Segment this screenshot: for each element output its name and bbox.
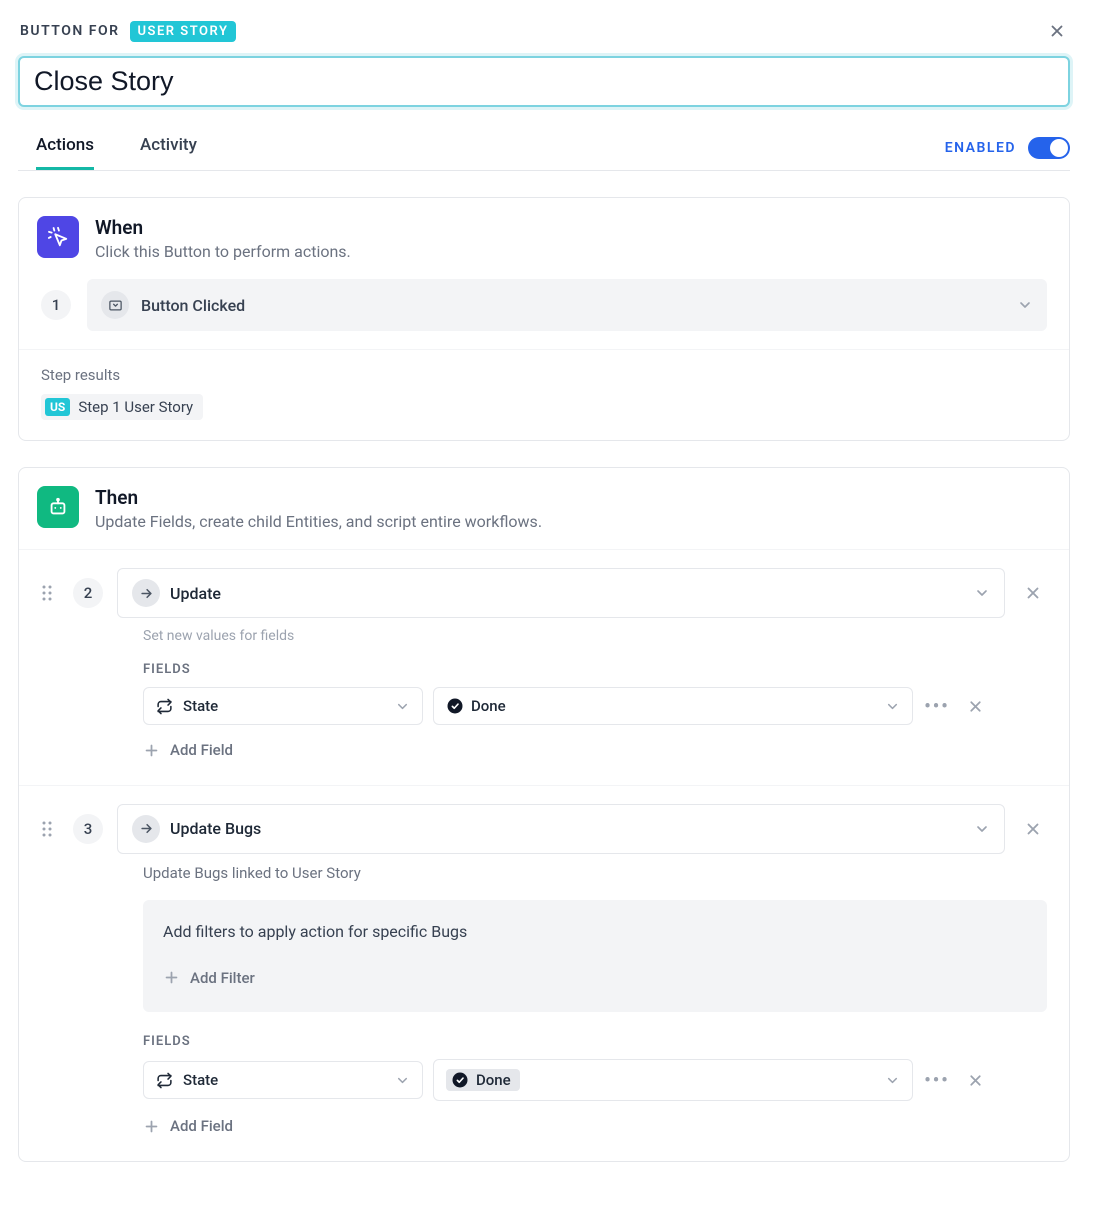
dots-icon: ••• — [924, 696, 949, 717]
close-icon — [967, 1072, 984, 1089]
chevron-down-icon — [974, 821, 990, 837]
chevron-down-icon — [974, 585, 990, 601]
field-name-select[interactable]: State — [143, 687, 423, 725]
robot-icon — [47, 496, 69, 518]
cursor-icon — [108, 298, 123, 313]
arrow-right-icon — [139, 821, 154, 836]
enabled-label: ENABLED — [945, 140, 1016, 156]
plus-icon — [143, 742, 160, 759]
action-type-select[interactable]: Update Bugs — [117, 804, 1005, 854]
cycle-icon — [156, 1072, 173, 1089]
field-name-label: State — [183, 697, 385, 715]
cycle-icon — [156, 698, 173, 715]
add-field-button[interactable]: Add Field — [143, 1117, 233, 1135]
chevron-down-icon — [395, 699, 410, 714]
field-value-select[interactable]: Done — [433, 687, 913, 725]
field-name-select[interactable]: State — [143, 1061, 423, 1099]
enabled-toggle[interactable] — [1028, 137, 1070, 159]
filter-box: Add filters to apply action for specific… — [143, 900, 1047, 1013]
trigger-select[interactable]: Button Clicked — [87, 279, 1047, 331]
step-number-2: 2 — [73, 578, 103, 608]
add-field-button[interactable]: Add Field — [143, 741, 233, 759]
close-icon — [1024, 820, 1042, 838]
arrow-right-icon — [139, 586, 154, 601]
close-icon — [967, 698, 984, 715]
chevron-down-icon — [395, 1073, 410, 1088]
when-subtitle: Click this Button to perform actions. — [95, 242, 351, 261]
then-subtitle: Update Fields, create child Entities, an… — [95, 512, 542, 531]
check-circle-icon — [446, 697, 464, 715]
field-value-select[interactable]: Done — [433, 1059, 913, 1101]
remove-action-button[interactable] — [1019, 815, 1047, 843]
header-entity-badge: USER STORY — [130, 21, 237, 42]
field-more-button[interactable]: ••• — [923, 1066, 951, 1094]
action-type-label: Update Bugs — [170, 819, 964, 838]
chevron-down-icon — [885, 699, 900, 714]
drag-handle[interactable] — [41, 584, 59, 602]
then-title: Then — [95, 486, 542, 509]
when-icon — [37, 216, 79, 258]
close-button[interactable] — [1044, 18, 1070, 44]
fields-label: FIELDS — [143, 662, 1047, 677]
then-icon — [37, 486, 79, 528]
plus-icon — [143, 1118, 160, 1135]
chevron-down-icon — [885, 1073, 900, 1088]
action-helper: Set new values for fields — [143, 628, 1047, 644]
then-card: Then Update Fields, create child Entitie… — [18, 467, 1070, 1162]
drag-icon — [41, 820, 53, 838]
chip-entity-badge: US — [45, 398, 70, 416]
when-title: When — [95, 216, 351, 239]
step-result-chip[interactable]: US Step 1 User Story — [41, 394, 203, 420]
chip-text: Step 1 User Story — [78, 398, 193, 416]
field-name-label: State — [183, 1071, 385, 1089]
chevron-down-icon — [1017, 297, 1033, 313]
add-filter-button[interactable]: Add Filter — [163, 969, 255, 987]
dots-icon: ••• — [924, 1070, 949, 1091]
tab-activity[interactable]: Activity — [140, 135, 197, 170]
cursor-click-icon — [47, 226, 69, 248]
action-type-select[interactable]: Update — [117, 568, 1005, 618]
when-card: When Click this Button to perform action… — [18, 197, 1070, 441]
remove-field-button[interactable] — [961, 1066, 989, 1094]
check-circle-icon — [451, 1071, 469, 1089]
close-icon — [1024, 584, 1042, 602]
plus-icon — [163, 969, 180, 986]
step-results-label: Step results — [41, 366, 1047, 384]
drag-icon — [41, 584, 53, 602]
remove-action-button[interactable] — [1019, 579, 1047, 607]
drag-handle[interactable] — [41, 820, 59, 838]
tab-actions[interactable]: Actions — [36, 135, 94, 170]
remove-field-button[interactable] — [961, 692, 989, 720]
field-more-button[interactable]: ••• — [923, 692, 951, 720]
step-number-3: 3 — [73, 814, 103, 844]
rule-title-input[interactable] — [18, 56, 1070, 107]
close-icon — [1048, 22, 1066, 40]
action-helper: Update Bugs linked to User Story — [143, 864, 1047, 882]
action-type-label: Update — [170, 584, 964, 603]
step-number-1: 1 — [41, 290, 71, 320]
field-value-label: Done — [471, 697, 506, 715]
action-block: 3 Update Bugs Update Bugs linked to User… — [19, 785, 1069, 1161]
header-prefix: BUTTON FOR — [20, 23, 120, 39]
action-block: 2 Update Set new values for fields FIELD… — [19, 549, 1069, 785]
trigger-label: Button Clicked — [141, 296, 1005, 315]
fields-label: FIELDS — [143, 1034, 1047, 1049]
field-value-label: Done — [476, 1071, 511, 1089]
filter-prompt: Add filters to apply action for specific… — [163, 922, 1027, 941]
